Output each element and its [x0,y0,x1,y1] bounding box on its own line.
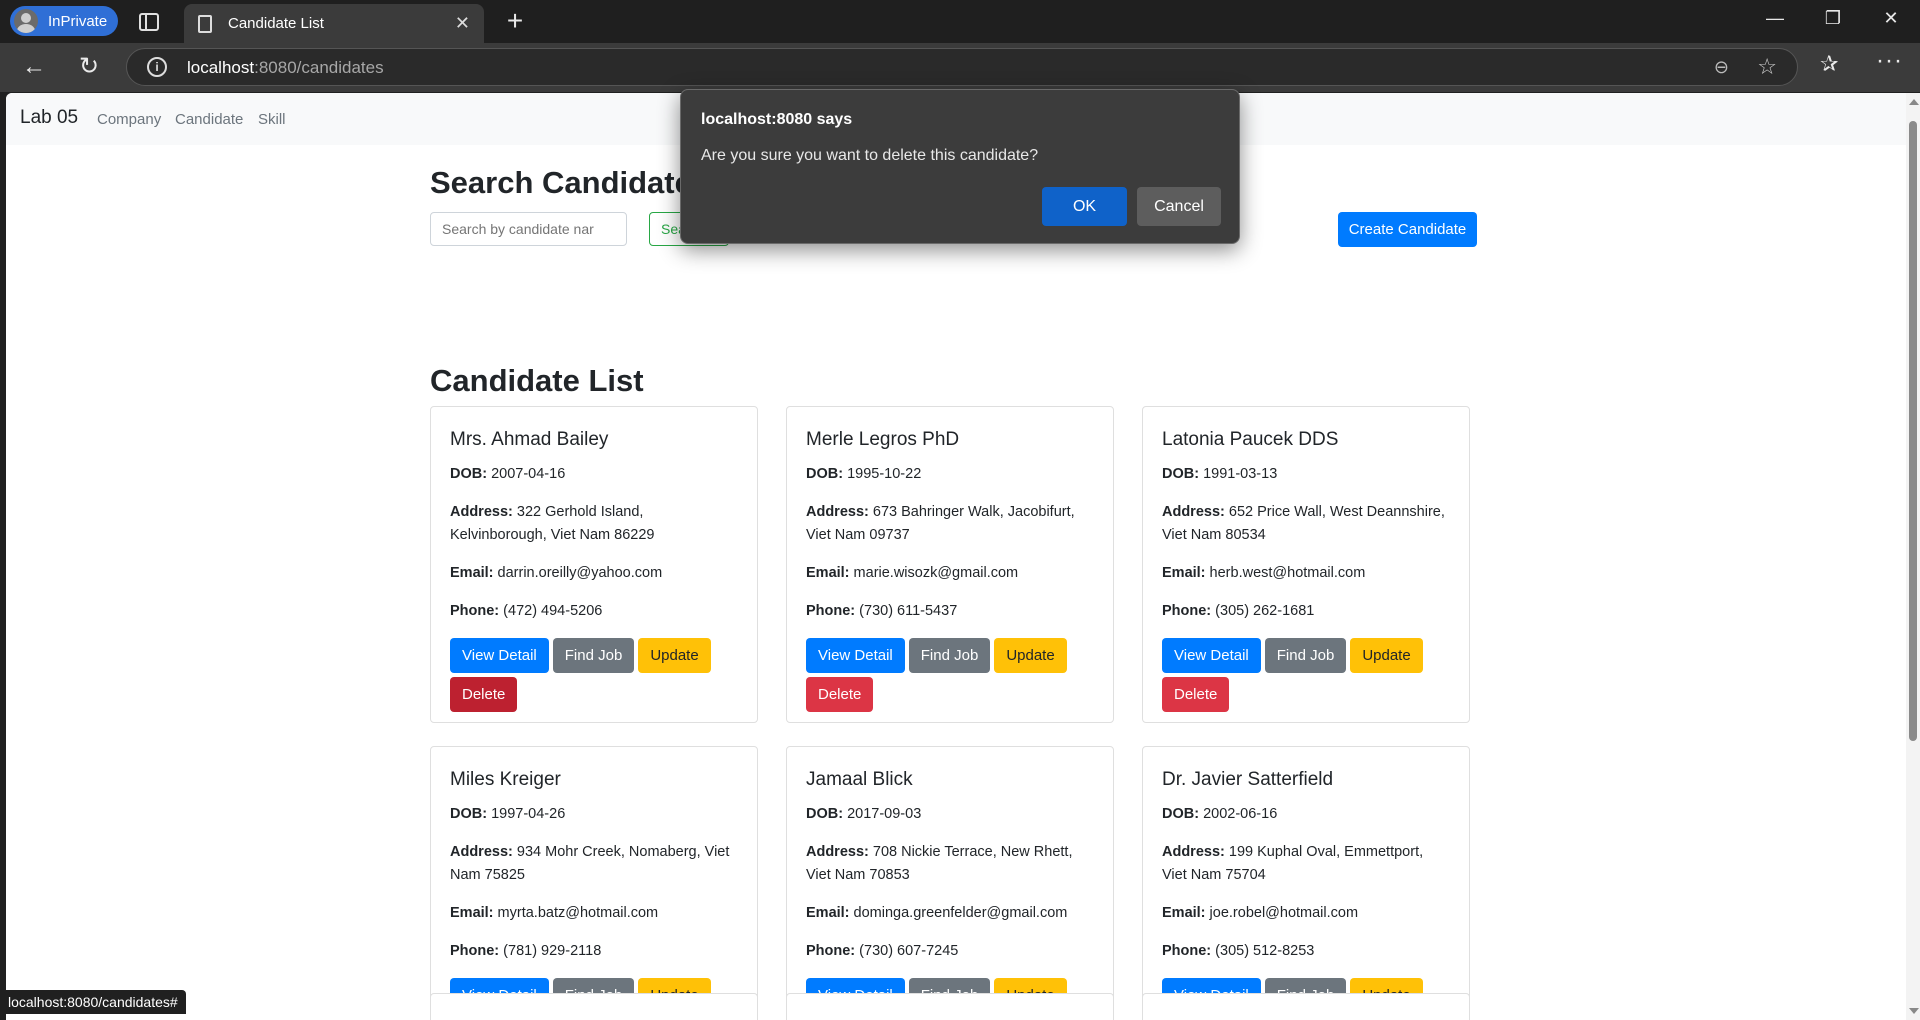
candidate-dob: DOB: 1995-10-22 [806,466,922,482]
candidate-address: Address: 934 Mohr Creek, Nomaberg, Viet … [450,844,730,883]
address-bar[interactable]: i localhost:8080/candidates ⊖ ☆ [126,48,1798,86]
candidate-address: Address: 673 Bahringer Walk, Jacobifurt,… [806,504,1075,543]
candidate-name: Dr. Javier Satterfield [1162,769,1334,790]
candidate-phone: Phone: (730) 607-7245 [806,943,959,959]
candidate-actions: View DetailFind JobUpdate Delete [1162,638,1452,712]
view-detail-button[interactable]: View Detail [1162,638,1261,673]
tab-title: Candidate List [228,15,324,32]
candidate-actions: View DetailFind JobUpdate Delete [806,638,1096,712]
refresh-icon[interactable]: ↻ [73,51,105,83]
update-button[interactable]: Update [1350,638,1423,673]
candidate-card: Merle Legros PhD DOB: 1995-10-22 Address: … [786,406,1114,723]
candidate-card: Latonia Paucek DDS DOB: 1991-03-13 Address… [1142,406,1470,723]
find-job-button[interactable]: Find Job [552,638,635,673]
profile-avatar-icon [14,9,38,33]
candidate-dob: DOB: 2007-04-16 [450,466,566,482]
view-detail-button[interactable]: View Detail [806,638,905,673]
candidate-name: Latonia Paucek DDS [1162,429,1339,450]
confirm-dialog: localhost:8080 says Are you sure you wan… [680,89,1240,244]
candidate-name: Miles Kreiger [450,769,561,790]
candidate-phone: Phone: (305) 512-8253 [1162,943,1315,959]
list-title: Candidate List [430,363,644,398]
browser-toolbar: ← ↻ i localhost:8080/candidates ⊖ ☆ ✰ ··… [0,43,1920,92]
candidate-dob: DOB: 2017-09-03 [806,806,922,822]
candidate-email: Email: dominga.greenfelder@gmail.com [806,905,1068,921]
search-title: Search Candidate [430,165,692,200]
candidate-address: Address: 652 Price Wall, West Deannshire… [1162,504,1445,543]
dialog-cancel-button[interactable]: Cancel [1137,187,1221,226]
search-input[interactable] [430,212,627,246]
url-text[interactable]: localhost:8080/candidates [187,58,384,78]
browser-tab[interactable]: Candidate List ✕ [184,4,484,43]
candidate-email: Email: darrin.oreilly@yahoo.com [450,565,663,581]
zoom-icon[interactable]: ⊖ [1714,57,1729,78]
delete-button[interactable]: Delete [1162,677,1230,712]
page-scrollbar[interactable] [1906,93,1920,1020]
candidate-actions: View DetailFind JobUpdate Delete [450,638,740,712]
update-button[interactable]: Update [994,638,1067,673]
scroll-up-icon[interactable] [1909,99,1919,105]
candidate-address: Address: 322 Gerhold Island, Kelvinborou… [450,504,655,543]
status-link-preview: localhost:8080/candidates# [0,990,186,1014]
candidate-name: Jamaal Blick [806,769,913,790]
candidate-phone: Phone: (730) 611-5437 [806,603,958,619]
more-menu-icon[interactable]: ··· [1876,47,1903,75]
candidate-dob: DOB: 1991-03-13 [1162,466,1278,482]
candidate-card-partial [1142,993,1470,1020]
candidate-phone: Phone: (305) 262-1681 [1162,603,1315,619]
browser-titlebar: InPrivate Candidate List ✕ + — ❐ ✕ [0,0,1920,43]
inprivate-label: InPrivate [48,12,108,30]
candidate-address: Address: 708 Nickie Terrace, New Rhett, … [806,844,1073,883]
restore-icon[interactable]: ❐ [1818,8,1848,29]
site-info-icon[interactable]: i [147,57,167,77]
candidate-card: Jamaal Blick DOB: 2017-09-03 Address: 708 … [786,746,1114,1020]
back-icon[interactable]: ← [18,51,50,83]
candidate-email: Email: herb.west@hotmail.com [1162,565,1366,581]
tab-close-icon[interactable]: ✕ [455,13,470,34]
candidate-card: Mrs. Ahmad Bailey DOB: 2007-04-16 Address:… [430,406,758,723]
dialog-ok-button[interactable]: OK [1042,187,1127,226]
candidate-email: Email: myrta.batz@hotmail.com [450,905,659,921]
candidate-dob: DOB: 1997-04-26 [450,806,566,822]
minimize-icon[interactable]: — [1760,8,1790,29]
window-close-icon[interactable]: ✕ [1876,8,1906,29]
update-button[interactable]: Update [638,638,711,673]
tab-actions-icon[interactable] [137,10,161,34]
scroll-thumb[interactable] [1909,121,1917,741]
candidate-address: Address: 199 Kuphal Oval, Emmettport, Vi… [1162,844,1424,883]
inprivate-button[interactable]: InPrivate [10,6,118,36]
candidate-email: Email: marie.wisozk@gmail.com [806,565,1019,581]
page-icon [198,14,212,33]
candidate-card: Dr. Javier Satterfield DOB: 2002-06-16 Add… [1142,746,1470,1020]
delete-button[interactable]: Delete [450,677,518,712]
candidate-phone: Phone: (472) 494-5206 [450,603,603,619]
scroll-down-icon[interactable] [1909,1008,1919,1014]
view-detail-button[interactable]: View Detail [450,638,549,673]
candidate-card-partial [430,993,758,1020]
navbar-brand[interactable]: Lab 05 [20,107,78,129]
candidate-card: Miles Kreiger DOB: 1997-04-26 Address: 934… [430,746,758,1020]
dialog-title: localhost:8080 says [701,111,853,128]
delete-button[interactable]: Delete [806,677,874,712]
create-candidate-button[interactable]: Create Candidate [1338,212,1477,247]
candidate-email: Email: joe.robel@hotmail.com [1162,905,1359,921]
nav-link-candidate[interactable]: Candidate [175,111,243,128]
nav-link-company[interactable]: Company [97,111,161,128]
candidate-dob: DOB: 2002-06-16 [1162,806,1278,822]
favorites-icon[interactable]: ✰ [1820,51,1838,77]
find-job-button[interactable]: Find Job [908,638,991,673]
candidate-phone: Phone: (781) 929-2118 [450,943,602,959]
new-tab-icon[interactable]: + [500,6,530,36]
candidate-name: Mrs. Ahmad Bailey [450,429,609,450]
candidate-name: Merle Legros PhD [806,429,960,450]
nav-link-skill[interactable]: Skill [258,111,286,128]
candidate-card-partial [786,993,1114,1020]
favorite-star-icon[interactable]: ☆ [1757,54,1777,80]
find-job-button[interactable]: Find Job [1264,638,1347,673]
dialog-message: Are you sure you want to delete this can… [701,147,1039,164]
